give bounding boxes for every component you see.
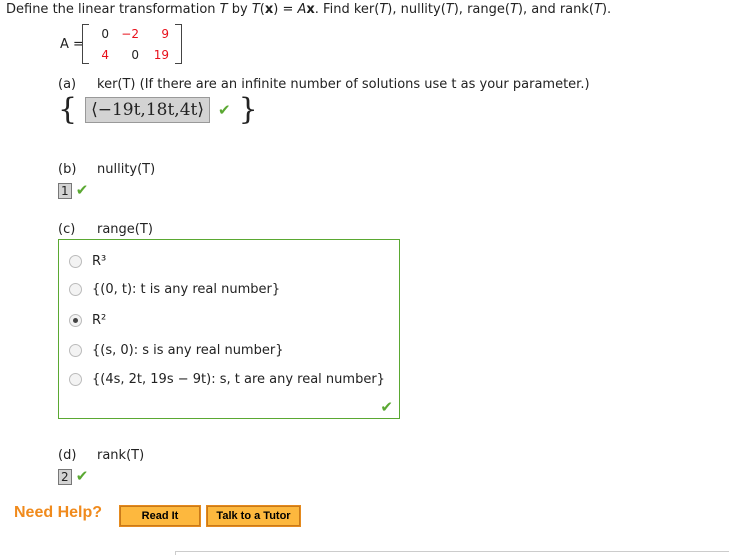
range-option[interactable]: R² (69, 313, 106, 328)
matrix-cell: 0 (101, 27, 109, 41)
radio[interactable] (69, 344, 82, 357)
brace-open: { (58, 92, 78, 127)
kernel-answer[interactable]: ⟨−19t,18t,4t⟩ (85, 96, 210, 123)
matrix-cell: 0 (131, 48, 139, 62)
question-text: Define the linear transformation T by T(… (6, 2, 612, 17)
range-option[interactable]: R³ (69, 254, 106, 269)
matrix-a: 0 −2 9 4 0 19 (82, 24, 182, 64)
nullity-answer[interactable]: 1 (58, 183, 72, 199)
check-icon: ✔ (75, 467, 89, 485)
part-a-label: (a) (58, 77, 77, 92)
matrix-cell: 19 (153, 48, 169, 62)
talk-to-tutor-button[interactable]: Talk to a Tutor (206, 505, 301, 527)
range-options: R³ {(0, t): t is any real number} R² {(s… (58, 239, 400, 419)
radio[interactable] (69, 283, 82, 296)
part-c-label: (c) (58, 222, 76, 237)
part-b-text: nullity(T) (97, 162, 156, 177)
part-a-text: ker(T) (If there are an infinite number … (97, 77, 590, 92)
radio[interactable] (69, 255, 82, 268)
range-option[interactable]: {(s, 0): s is any real number} (69, 343, 283, 358)
matrix-label: A = (60, 37, 84, 52)
radio-selected[interactable] (69, 314, 82, 327)
matrix-cell: −2 (121, 27, 139, 41)
divider (175, 551, 729, 555)
check-icon: ✔ (380, 398, 393, 416)
range-option[interactable]: {(4s, 2t, 19s − 9t): s, t are any real n… (69, 372, 385, 387)
part-b-label: (b) (58, 162, 77, 177)
part-c-text: range(T) (97, 222, 153, 237)
part-d-text: rank(T) (97, 448, 145, 463)
need-help-label: Need Help? (14, 504, 103, 521)
part-d-label: (d) (58, 448, 77, 463)
check-icon: ✔ (75, 181, 89, 199)
range-option[interactable]: {(0, t): t is any real number} (69, 282, 280, 297)
matrix-cell: 9 (161, 27, 169, 41)
check-icon: ✔ (217, 100, 231, 119)
matrix-cell: 4 (101, 48, 109, 62)
brace-close: } (238, 92, 258, 127)
radio[interactable] (69, 373, 82, 386)
rank-answer[interactable]: 2 (58, 469, 72, 485)
read-it-button[interactable]: Read It (119, 505, 201, 527)
